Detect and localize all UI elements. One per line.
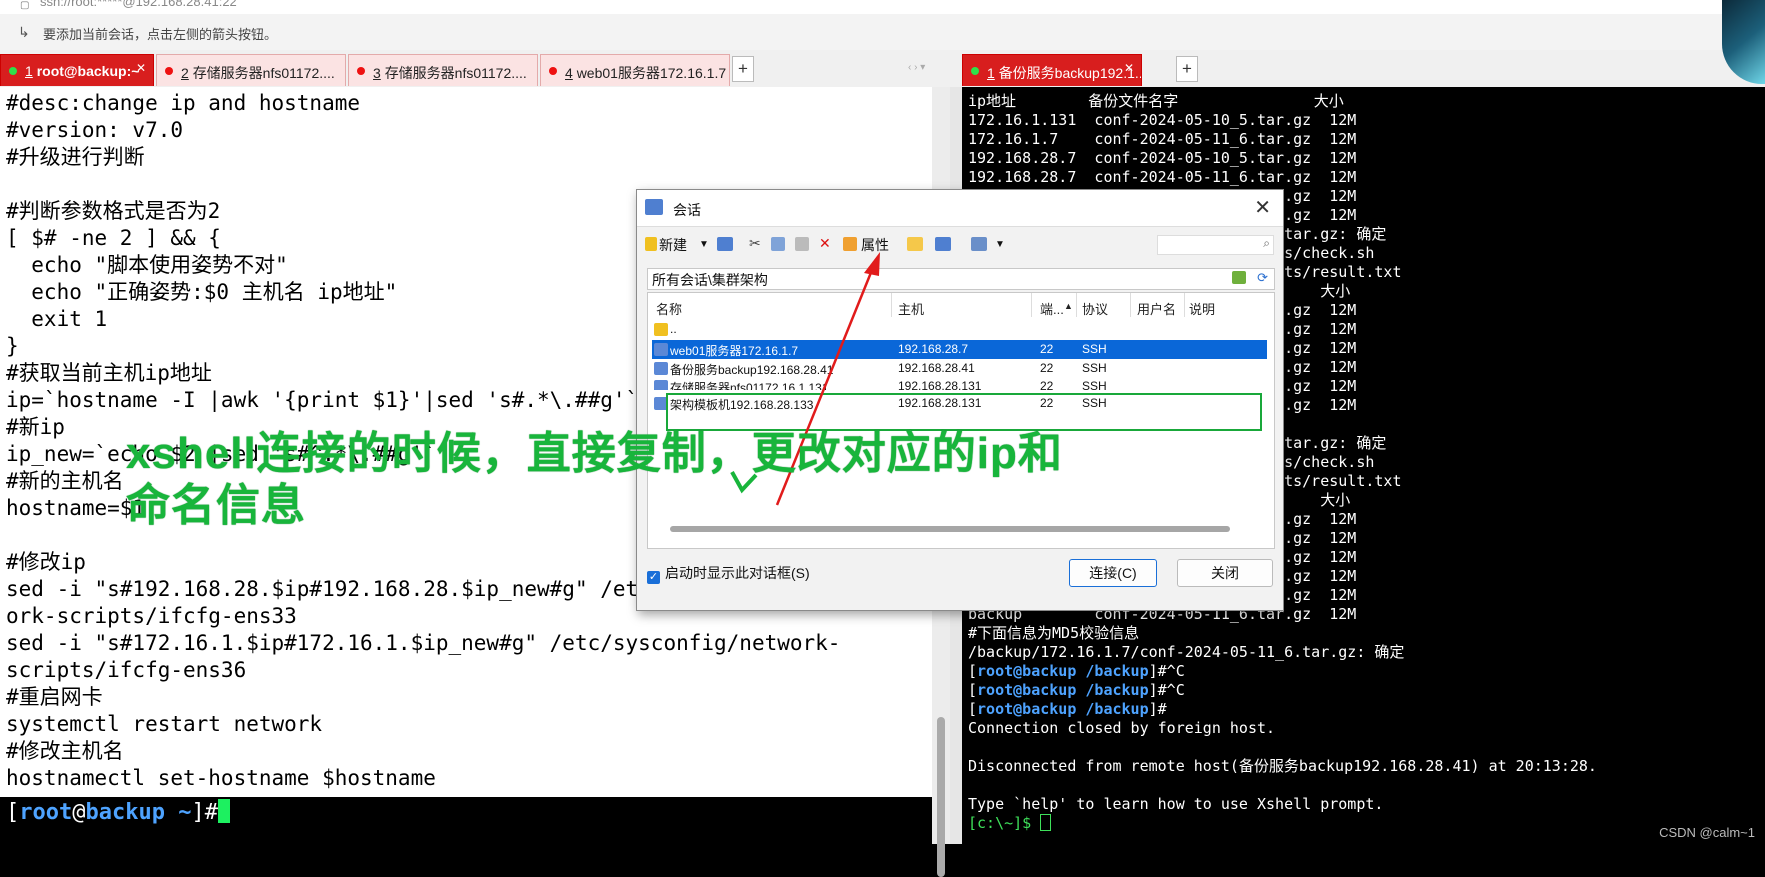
annotation-arrow	[730, 252, 880, 506]
annotation-text: xshell连接的时候，直接复制，更改对应的ip和 命名信息	[126, 429, 1063, 530]
